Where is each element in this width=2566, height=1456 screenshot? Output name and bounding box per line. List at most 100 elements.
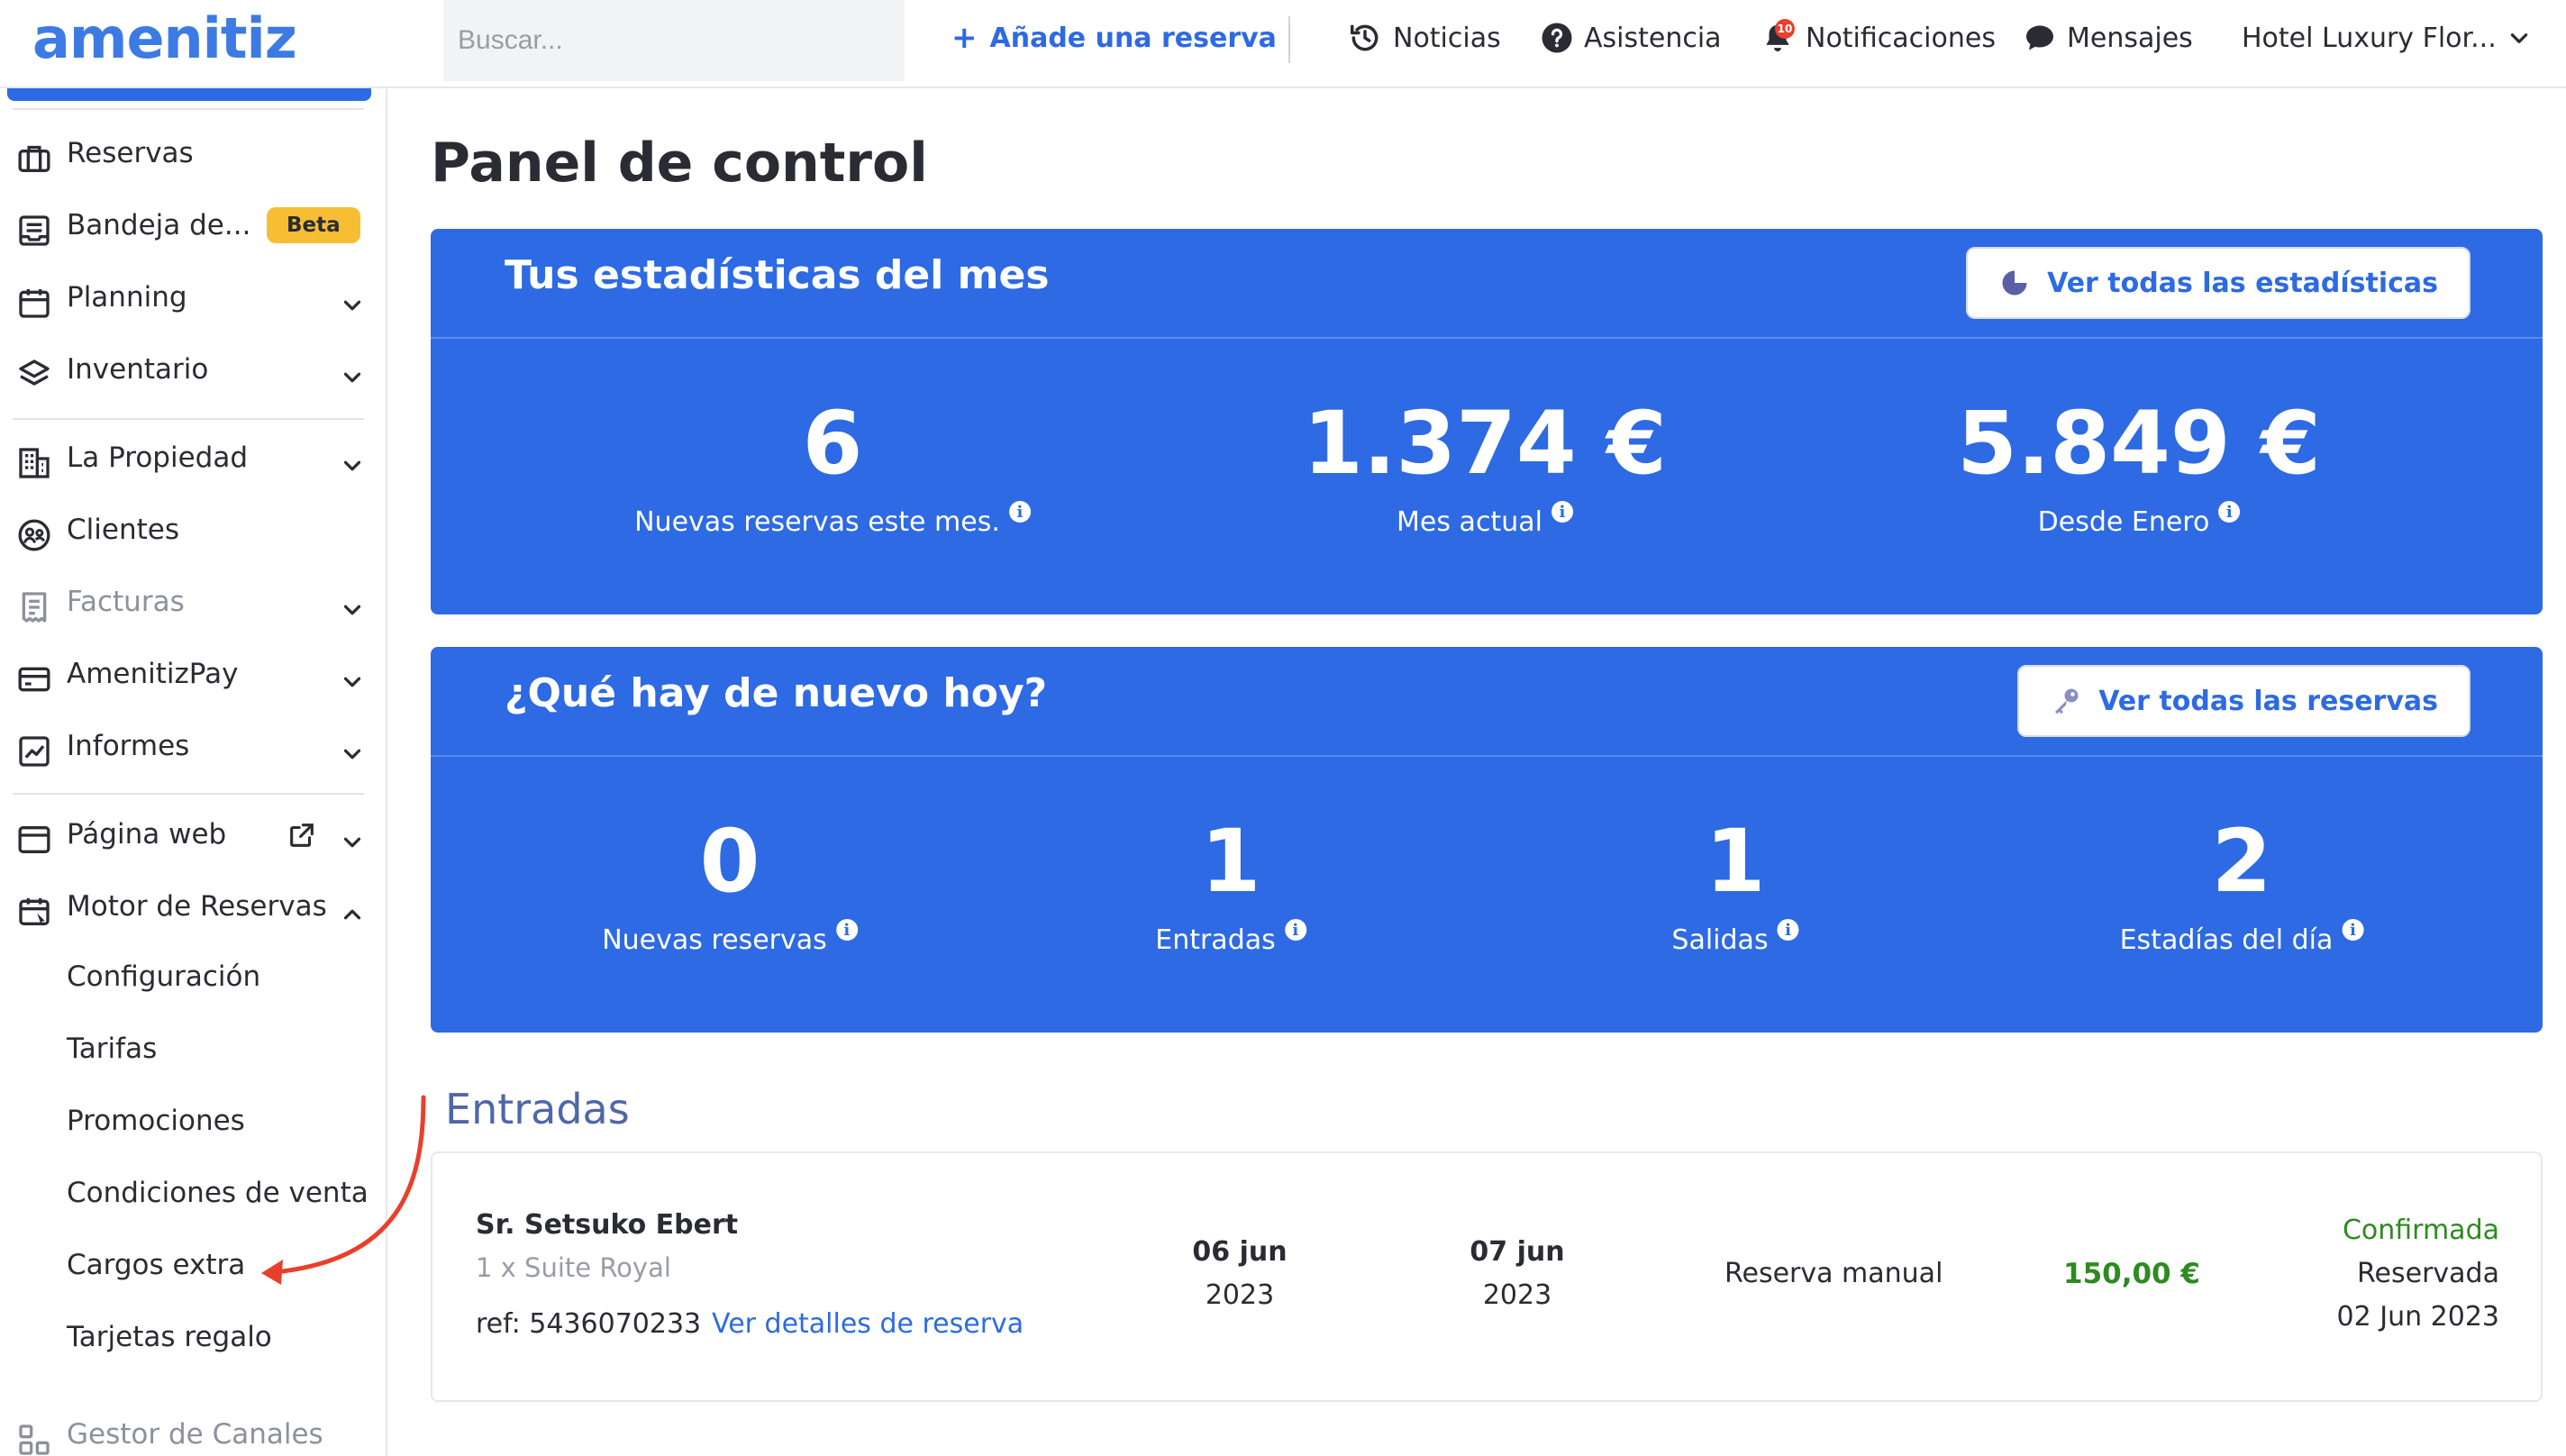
help-label: Asistencia (1584, 22, 1722, 54)
browser-icon (18, 826, 50, 853)
chevron-down-icon (343, 372, 361, 383)
submenu-configuracion[interactable]: Configuración (67, 960, 260, 993)
sidebar-item-gestor-de-canales[interactable]: Gestor de Canales (0, 1407, 378, 1456)
news-label: Noticias (1393, 22, 1501, 54)
chevron-down-icon (343, 605, 361, 615)
help-button[interactable]: Asistencia (1541, 16, 1722, 59)
sidebar-item-la-propiedad[interactable]: La Propiedad (0, 431, 378, 485)
beta-badge: Beta (267, 207, 360, 243)
sidebar-item-label: AmenitizPay (67, 658, 239, 690)
submenu-condiciones-de-venta[interactable]: Condiciones de venta (67, 1177, 369, 1209)
briefcase-icon (18, 145, 50, 172)
stat-label: Nuevas reservas este mes. (634, 506, 1000, 538)
stat-value: 1.374 € (1303, 393, 1667, 494)
reserved-date: 02 Jun 2023 (2336, 1301, 2499, 1333)
sidebar-item-reservas[interactable]: Reservas (0, 126, 378, 180)
stat-since-january: 5.849 € Desde Enero i (1957, 400, 2321, 538)
messages-button[interactable]: Mensajes (2024, 16, 2193, 59)
stat-label: Entradas (1155, 924, 1276, 956)
info-icon[interactable]: i (1284, 919, 1306, 941)
info-icon[interactable]: i (1008, 501, 1031, 523)
info-icon[interactable]: i (1777, 919, 1799, 941)
info-icon[interactable]: i (835, 919, 858, 941)
view-all-reservations-button[interactable]: Ver todas las reservas (2017, 665, 2470, 737)
question-icon (1542, 23, 1572, 53)
stat-value: 6 (802, 393, 863, 494)
sidebar-active-bar (7, 88, 371, 101)
notifications-button[interactable]: 10 Notificaciones (1761, 16, 1996, 59)
submenu-tarjetas-regalo[interactable]: Tarjetas regalo (67, 1321, 272, 1353)
sidebar-item-label: Inventario (67, 353, 209, 386)
pie-chart-icon (2002, 270, 2027, 296)
stat-value: 2 (2211, 811, 2272, 912)
view-all-stats-button[interactable]: Ver todas las estadísticas (1966, 247, 2470, 319)
submenu-tarifas[interactable]: Tarifas (67, 1033, 157, 1065)
amenitiz-logo[interactable]: amenitiz (32, 5, 297, 71)
sidebar-item-clientes[interactable]: Clientes (0, 503, 378, 557)
sidebar-divider (13, 418, 364, 420)
plus-icon: + (951, 20, 978, 56)
stat-stays-today: 2 Estadías del día i (2120, 818, 2364, 956)
booking-details-link[interactable]: Ver detalles de reserva (712, 1308, 1024, 1340)
sidebar-item-label: Bandeja de... (67, 209, 251, 241)
sidebar-item-planning[interactable]: Planning (0, 270, 378, 324)
month-stats-panel: Tus estadísticas del mes Ver todas las e… (431, 229, 2543, 614)
checkout-year: 2023 (1482, 1279, 1552, 1311)
stat-new-bookings-month: 6 Nuevas reservas este mes. i (634, 400, 1031, 538)
stat-label: Salidas (1671, 924, 1769, 956)
booking-price: 150,00 € (2063, 1258, 2200, 1290)
sidebar-divider (13, 108, 364, 110)
sidebar-item-label: Motor de Reservas (67, 890, 327, 923)
info-icon[interactable]: i (2342, 919, 2364, 941)
guest-name: Sr. Setsuko Ebert (476, 1209, 739, 1241)
calendar-icon (19, 289, 50, 318)
arrivals-section-title: Entradas (445, 1085, 630, 1133)
channels-icon (19, 1424, 50, 1455)
sidebar-item-inventario[interactable]: Inventario (0, 342, 378, 396)
sidebar-item-label: Planning (67, 281, 187, 314)
notifications-badge: 10 (1775, 19, 1795, 39)
sidebar-item-facturas[interactable]: Facturas (0, 575, 378, 629)
booking-status: Confirmada (2342, 1215, 2499, 1246)
submenu-cargos-extra[interactable]: Cargos extra (67, 1249, 245, 1281)
sidebar-item-label: La Propiedad (67, 441, 249, 474)
stat-label: Estadías del día (2119, 924, 2334, 956)
stat-current-month: 1.374 € Mes actual i (1303, 400, 1667, 538)
chevron-up-icon (343, 909, 361, 920)
sidebar-item-label: Clientes (67, 514, 179, 546)
chart-icon (19, 736, 50, 767)
sidebar-item-bandeja[interactable]: Bandeja de... Beta (0, 198, 378, 252)
stat-label: Mes actual (1397, 506, 1542, 538)
info-icon[interactable]: i (1551, 501, 1573, 523)
invoice-icon (22, 592, 47, 623)
room-type: 1 x Suite Royal (476, 1252, 671, 1283)
stat-new-bookings-today: 0 Nuevas reservas i (602, 818, 858, 956)
key-icon (2055, 688, 2079, 714)
hotel-name: Hotel Luxury Flor... (2242, 22, 2497, 54)
sidebar-item-amenitizpay[interactable]: AmenitizPay (0, 647, 378, 701)
chat-bubble-icon (2026, 25, 2053, 50)
stat-label: Desde Enero (2037, 506, 2210, 538)
external-link-icon[interactable] (287, 820, 317, 851)
sidebar-item-informes[interactable]: Informes (0, 719, 378, 773)
inbox-icon (19, 215, 50, 246)
booking-ref: ref: 5436070233 (476, 1308, 702, 1340)
top-bar: amenitiz + Añade una reserva Noticias As… (0, 0, 2566, 88)
hotel-selector[interactable]: Hotel Luxury Flor... (2242, 16, 2531, 59)
checkin-day: 06 jun (1192, 1236, 1288, 1268)
news-button[interactable]: Noticias (1348, 16, 1501, 59)
stat-departures: 1 Salidas i (1671, 811, 1799, 956)
stat-value: 1 (1705, 811, 1766, 912)
info-icon[interactable]: i (2218, 501, 2241, 523)
history-icon (1351, 24, 1379, 51)
add-reservation-button[interactable]: + Añade una reserva (951, 18, 1277, 58)
sidebar-item-motor-de-reservas[interactable]: Motor de Reservas (0, 879, 378, 933)
sidebar-item-pagina-web[interactable]: Página web (0, 807, 378, 861)
arrival-booking-card: Sr. Setsuko Ebert 1 x Suite Royal ref: 5… (431, 1151, 2543, 1402)
stat-value: 1 (1200, 811, 1261, 912)
stat-value: 0 (699, 811, 760, 912)
submenu-promociones[interactable]: Promociones (67, 1105, 245, 1137)
booking-source: Reserva manual (1724, 1258, 1943, 1289)
stat-value: 5.849 € (1957, 393, 2321, 494)
search-input[interactable] (443, 0, 905, 81)
